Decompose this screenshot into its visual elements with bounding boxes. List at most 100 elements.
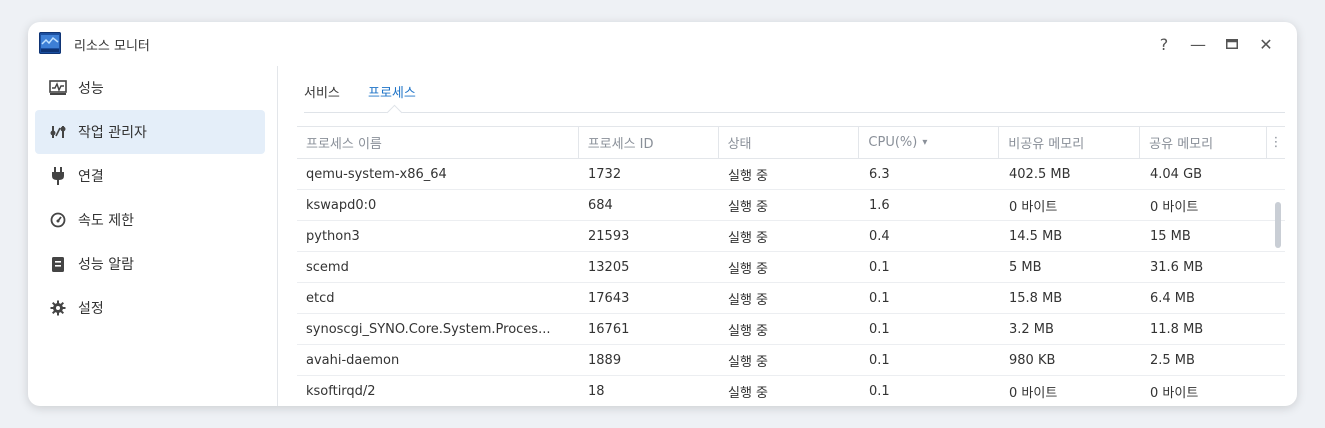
shared-memory-cell: 6.4 MB	[1150, 290, 1195, 306]
process-name-cell: scemd	[306, 259, 349, 275]
shared-memory-cell: 11.8 MB	[1150, 321, 1204, 337]
sidebar-item-label: 속도 제한	[78, 213, 134, 229]
speedometer-icon	[48, 210, 68, 230]
status-cell: 실행 중	[728, 261, 769, 277]
column-header-cpu[interactable]: CPU(%) ▾	[859, 127, 1000, 158]
process-name-cell: etcd	[306, 290, 335, 306]
table-row[interactable]: ksoftirqd/2 18 실행 중 0.1 0 바이트 0 바이트	[297, 376, 1285, 406]
tab-processes[interactable]: 프로세스	[368, 82, 416, 101]
maximize-button[interactable]	[1215, 33, 1249, 55]
gear-icon	[48, 298, 68, 318]
sidebar-item-label: 설정	[78, 301, 104, 317]
sidebar-item-performance-alarm[interactable]: 성능 알람	[35, 242, 265, 286]
process-name-cell: qemu-system-x86_64	[306, 166, 447, 182]
shared-memory-cell: 0 바이트	[1150, 385, 1199, 401]
shared-memory-cell: 31.6 MB	[1150, 259, 1204, 275]
sidebar-item-label: 연결	[78, 169, 104, 185]
resource-monitor-window: 리소스 모니터 ? — ✕ 성능 작업 관리자 연결 속도 제한 성능 알람 설…	[28, 22, 1297, 406]
sidebar-item-settings[interactable]: 설정	[35, 286, 265, 330]
shared-memory-cell: 4.04 GB	[1150, 166, 1203, 182]
maximize-icon	[1226, 39, 1238, 49]
cpu-cell: 0.1	[869, 321, 890, 337]
active-tab-indicator	[386, 104, 403, 121]
status-cell: 실행 중	[728, 230, 769, 246]
process-id-cell: 13205	[588, 259, 630, 275]
process-id-cell: 17643	[588, 290, 630, 306]
window-title: 리소스 모니터	[74, 39, 150, 54]
process-id-cell: 1889	[588, 352, 622, 368]
status-cell: 실행 중	[728, 323, 769, 339]
status-cell: 실행 중	[728, 199, 769, 215]
private-memory-cell: 980 KB	[1009, 352, 1056, 368]
process-name-cell: python3	[306, 228, 360, 244]
main-panel: 서비스 프로세스 프로세스 이름 프로세스 ID 상태 CPU(%) ▾ 비공유…	[278, 66, 1297, 406]
column-header-private-memory[interactable]: 비공유 메모리	[999, 127, 1141, 158]
sidebar-item-task-manager[interactable]: 작업 관리자	[35, 110, 265, 154]
resource-monitor-app-icon	[39, 32, 61, 54]
sidebar-item-label: 작업 관리자	[78, 125, 147, 141]
sidebar: 성능 작업 관리자 연결 속도 제한 성능 알람 설정	[28, 66, 278, 406]
title-bar[interactable]: 리소스 모니터 ? — ✕	[28, 22, 1297, 66]
tab-services[interactable]: 서비스	[304, 82, 340, 101]
private-memory-cell: 0 바이트	[1009, 199, 1058, 215]
private-memory-cell: 14.5 MB	[1009, 228, 1063, 244]
table-row[interactable]: scemd 13205 실행 중 0.1 5 MB 31.6 MB	[297, 252, 1285, 283]
sort-descending-icon: ▾	[922, 137, 928, 148]
sidebar-item-label: 성능 알람	[78, 257, 134, 273]
shared-memory-cell: 0 바이트	[1150, 199, 1199, 215]
table-header: 프로세스 이름 프로세스 ID 상태 CPU(%) ▾ 비공유 메모리 공유 메…	[297, 126, 1285, 159]
table-row[interactable]: python3 21593 실행 중 0.4 14.5 MB 15 MB	[297, 221, 1285, 252]
process-id-cell: 684	[588, 197, 613, 213]
document-alarm-icon	[48, 254, 68, 274]
sidebar-item-performance[interactable]: 성능	[35, 66, 265, 110]
cpu-cell: 0.1	[869, 259, 890, 275]
cpu-cell: 0.4	[869, 228, 890, 244]
private-memory-cell: 5 MB	[1009, 259, 1042, 275]
private-memory-cell: 0 바이트	[1009, 385, 1058, 401]
status-cell: 실행 중	[728, 354, 769, 370]
shared-memory-cell: 2.5 MB	[1150, 352, 1195, 368]
window-controls: ? — ✕	[1147, 33, 1283, 55]
table-row[interactable]: synoscgi_SYNO.Core.System.Proces... 1676…	[297, 314, 1285, 345]
chart-monitor-icon	[48, 78, 68, 98]
process-name-cell: avahi-daemon	[306, 352, 400, 368]
private-memory-cell: 3.2 MB	[1009, 321, 1054, 337]
cpu-cell: 0.1	[869, 383, 890, 399]
cpu-cell: 1.6	[869, 197, 890, 213]
help-button[interactable]: ?	[1147, 33, 1181, 55]
table-row[interactable]: qemu-system-x86_64 1732 실행 중 6.3 402.5 M…	[297, 159, 1285, 190]
help-icon: ?	[1159, 34, 1169, 54]
process-id-cell: 21593	[588, 228, 630, 244]
close-button[interactable]: ✕	[1249, 33, 1283, 55]
sidebar-item-label: 성능	[78, 81, 104, 97]
cpu-cell: 0.1	[869, 352, 890, 368]
column-header-process-name[interactable]: 프로세스 이름	[297, 127, 579, 158]
table-scrollbar[interactable]	[1275, 202, 1281, 248]
tab-bar: 서비스 프로세스	[304, 66, 1285, 121]
plug-icon	[48, 166, 68, 186]
status-cell: 실행 중	[728, 385, 769, 401]
process-name-cell: synoscgi_SYNO.Core.System.Proces...	[306, 321, 551, 337]
column-menu-icon[interactable]: ⋮	[1267, 127, 1285, 158]
status-cell: 실행 중	[728, 168, 769, 184]
table-row[interactable]: etcd 17643 실행 중 0.1 15.8 MB 6.4 MB	[297, 283, 1285, 314]
process-name-cell: kswapd0:0	[306, 197, 377, 213]
process-name-cell: ksoftirqd/2	[306, 383, 376, 399]
close-icon: ✕	[1259, 34, 1273, 54]
column-header-status[interactable]: 상태	[719, 127, 860, 158]
table-row[interactable]: avahi-daemon 1889 실행 중 0.1 980 KB 2.5 MB	[297, 345, 1285, 376]
minimize-icon: —	[1190, 34, 1206, 54]
table-row[interactable]: kswapd0:0 684 실행 중 1.6 0 바이트 0 바이트	[297, 190, 1285, 221]
column-header-process-id[interactable]: 프로세스 ID	[579, 127, 719, 158]
minimize-button[interactable]: —	[1181, 33, 1215, 55]
shared-memory-cell: 15 MB	[1150, 228, 1191, 244]
process-id-cell: 1732	[588, 166, 622, 182]
status-cell: 실행 중	[728, 292, 769, 308]
private-memory-cell: 402.5 MB	[1009, 166, 1071, 182]
task-manager-icon	[48, 122, 68, 142]
sidebar-item-speed-limit[interactable]: 속도 제한	[35, 198, 265, 242]
column-header-shared-memory[interactable]: 공유 메모리	[1140, 127, 1268, 158]
process-id-cell: 18	[588, 383, 605, 399]
cpu-cell: 6.3	[869, 166, 890, 182]
sidebar-item-connections[interactable]: 연결	[35, 154, 265, 198]
